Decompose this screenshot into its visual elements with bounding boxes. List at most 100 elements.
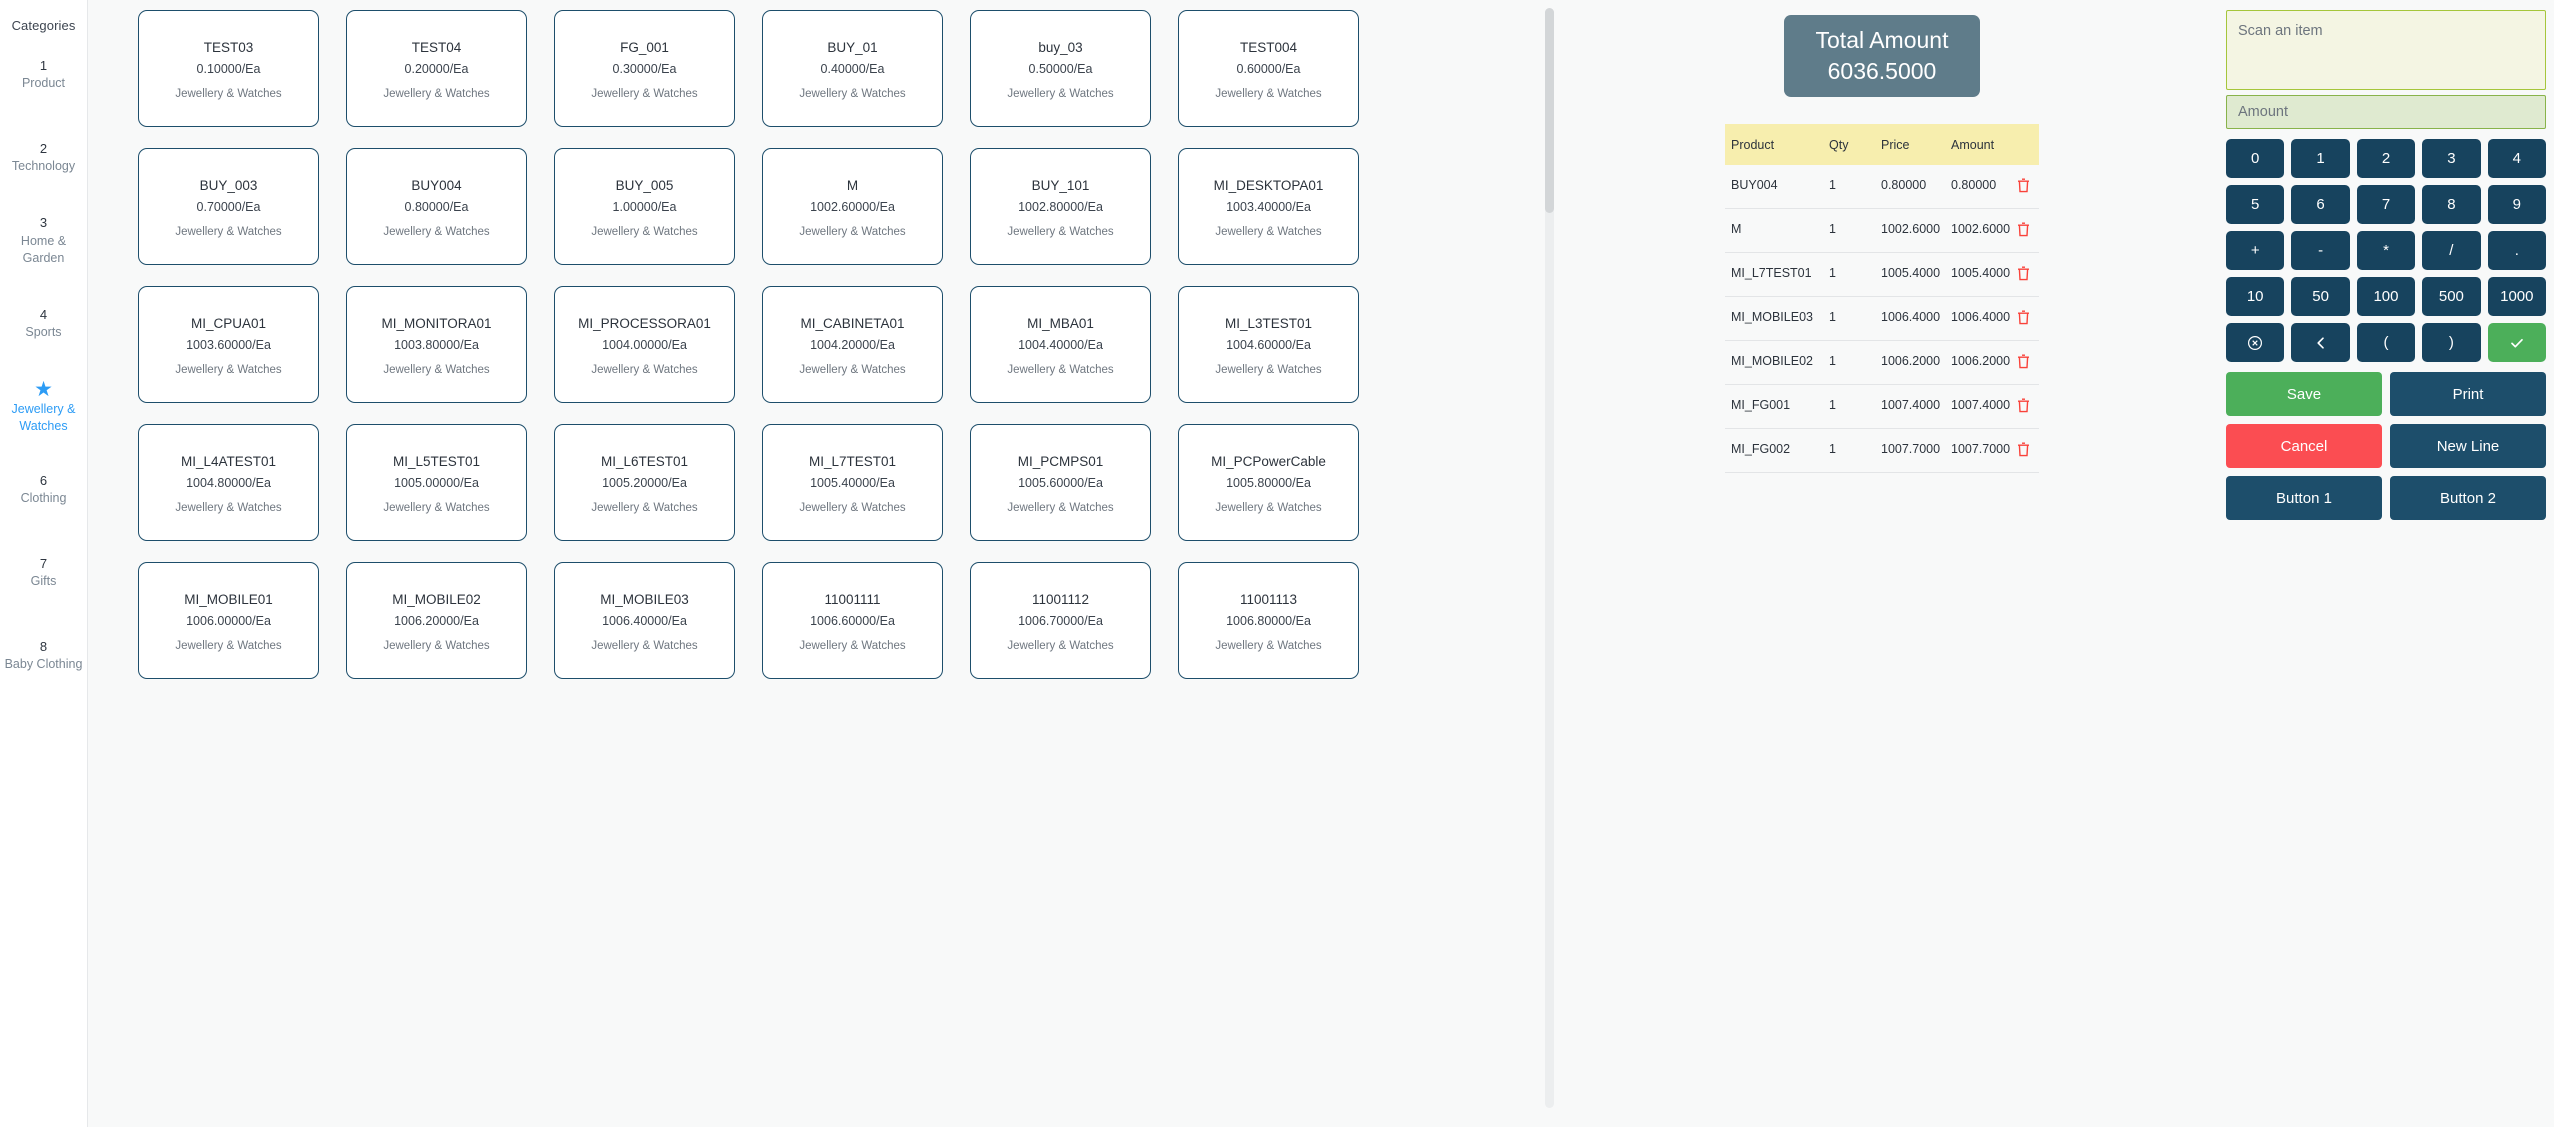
trash-icon[interactable] [2017, 222, 2030, 237]
product-card[interactable]: 11001112 1006.70000/Ea Jewellery & Watches [970, 562, 1151, 679]
product-card[interactable]: MI_CABINETA01 1004.20000/Ea Jewellery & Wa… [762, 286, 943, 403]
cart-amount-value: 1007.70000 [1951, 442, 2011, 458]
cart-row[interactable]: MI_FG00111007.400001007.40000 [1725, 384, 2039, 429]
cart-amount-value: 1007.40000 [1951, 398, 2011, 414]
key-50[interactable]: 50 [2291, 277, 2350, 316]
key-minus[interactable]: - [2291, 231, 2350, 270]
cart-cell-price: 1006.20000 [1881, 340, 1951, 385]
sidebar-item-gifts[interactable]: 7 Gifts [0, 531, 87, 614]
key-7[interactable]: 7 [2356, 185, 2416, 224]
sidebar-item-product[interactable]: 1 Product [0, 33, 87, 116]
product-card[interactable]: BUY_101 1002.80000/Ea Jewellery & Watches [970, 148, 1151, 265]
button-1-button[interactable]: Button 1 [2226, 476, 2382, 520]
key-label: 7 [2381, 196, 2391, 213]
key-divide[interactable]: / [2422, 231, 2481, 270]
sidebar-item-baby-clothing[interactable]: 8 Baby Clothing [0, 614, 87, 697]
button-2-button[interactable]: Button 2 [2390, 476, 2546, 520]
product-card[interactable]: FG_001 0.30000/Ea Jewellery & Watches [554, 10, 735, 127]
product-card[interactable]: MI_CPUA01 1003.60000/Ea Jewellery & Watche… [138, 286, 319, 403]
sidebar-item-sports[interactable]: 4 Sports [0, 282, 87, 365]
sidebar-item-label: Product [21, 76, 66, 91]
product-card[interactable]: BUY004 0.80000/Ea Jewellery & Watches [346, 148, 527, 265]
key-open-paren[interactable]: ( [2356, 323, 2416, 362]
trash-icon[interactable] [2017, 354, 2030, 369]
key-3[interactable]: 3 [2422, 139, 2481, 178]
key-plus[interactable]: + [2226, 231, 2285, 270]
product-card[interactable]: MI_L4ATEST01 1004.80000/Ea Jewellery & Wat… [138, 424, 319, 541]
product-card[interactable]: BUY_005 1.00000/Ea Jewellery & Watches [554, 148, 735, 265]
key-100[interactable]: 100 [2356, 277, 2416, 316]
new-line-button[interactable]: New Line [2390, 424, 2546, 468]
cart-row[interactable]: MI_FG00211007.700001007.70000 [1725, 428, 2039, 473]
product-card[interactable]: MI_L3TEST01 1004.60000/Ea Jewellery & Watc… [1178, 286, 1359, 403]
scrollbar-thumb[interactable] [1545, 8, 1554, 213]
trash-icon[interactable] [2017, 310, 2030, 325]
product-card[interactable]: M 1002.60000/Ea Jewellery & Watches [762, 148, 943, 265]
category-list: 1 Product 2 Technology 3 Home & Garden 4 Sports… [0, 33, 87, 697]
trash-icon[interactable] [2017, 442, 2030, 457]
key-multiply[interactable]: * [2356, 231, 2416, 270]
backspace-chevron-left-icon[interactable] [2291, 323, 2350, 362]
cart-row[interactable]: MI_MOBILE0211006.200001006.20000 [1725, 340, 2039, 385]
clear-circle-x-icon[interactable] [2226, 323, 2285, 362]
key-2[interactable]: 2 [2356, 139, 2416, 178]
save-button[interactable]: Save [2226, 372, 2382, 416]
key-500[interactable]: 500 [2422, 277, 2481, 316]
product-grid-scrollbar[interactable] [1545, 8, 1554, 1108]
product-card[interactable]: MI_DESKTOPA01 1003.40000/Ea Jewellery & Wa… [1178, 148, 1359, 265]
product-card[interactable]: MI_PCPowerCable 1005.80000/Ea Jewellery & … [1178, 424, 1359, 541]
cart-amount-value: 1006.20000 [1951, 354, 2011, 370]
cart-row[interactable]: BUY004 1 0.80000 0.80000 [1725, 165, 2039, 209]
sidebar-item-technology[interactable]: 2 Technology [0, 116, 87, 199]
trash-icon[interactable] [2017, 266, 2030, 281]
cancel-button[interactable]: Cancel [2226, 424, 2382, 468]
sidebar-item-number: 4 [39, 306, 48, 322]
key-9[interactable]: 9 [2487, 185, 2546, 224]
product-card[interactable]: MI_MBA01 1004.40000/Ea Jewellery & Watches [970, 286, 1151, 403]
product-card[interactable]: MI_MOBILE03 1006.40000/Ea Jewellery & Watc… [554, 562, 735, 679]
star-icon: ★ [34, 378, 53, 402]
product-card[interactable]: MI_PROCESSORA01 1004.00000/Ea Jewellery & … [554, 286, 735, 403]
product-card[interactable]: buy_03 0.50000/Ea Jewellery & Watches [970, 10, 1151, 127]
sidebar-item-clothing[interactable]: 6 Clothing [0, 448, 87, 531]
product-card[interactable]: TEST03 0.10000/Ea Jewellery & Watches [138, 10, 319, 127]
key-decimal[interactable]: . [2487, 231, 2546, 270]
product-card[interactable]: MI_MOBILE02 1006.20000/Ea Jewellery & Watc… [346, 562, 527, 679]
product-card[interactable]: MI_L6TEST01 1005.20000/Ea Jewellery & Watc… [554, 424, 735, 541]
trash-icon[interactable] [2017, 398, 2030, 413]
product-card[interactable]: 11001111 1006.60000/Ea Jewellery & Watches [762, 562, 943, 679]
key-close-paren[interactable]: ) [2422, 323, 2481, 362]
check-icon[interactable] [2487, 323, 2546, 362]
trash-icon[interactable] [2017, 178, 2030, 193]
numeric-keypad: 0 1 2 3 4 5 6 7 8 9 + - * /. 10 50 100 500 1000 () [2226, 139, 2546, 362]
product-card[interactable]: MI_MONITORA01 1003.80000/Ea Jewellery & Wa… [346, 286, 527, 403]
print-button[interactable]: Print [2390, 372, 2546, 416]
product-card[interactable]: TEST04 0.20000/Ea Jewellery & Watches [346, 10, 527, 127]
product-card[interactable]: BUY_003 0.70000/Ea Jewellery & Watches [138, 148, 319, 265]
cart-price-value: 0.80000 [1881, 178, 1927, 192]
key-6[interactable]: 6 [2291, 185, 2350, 224]
scan-input[interactable] [2226, 10, 2546, 90]
product-card[interactable]: TEST004 0.60000/Ea Jewellery & Watches [1178, 10, 1359, 127]
product-card[interactable]: MI_PCMPS01 1005.60000/Ea Jewellery & Watch… [970, 424, 1151, 541]
product-card[interactable]: MI_MOBILE01 1006.00000/Ea Jewellery & Watc… [138, 562, 319, 679]
product-card[interactable]: MI_L5TEST01 1005.00000/Ea Jewellery & Watc… [346, 424, 527, 541]
product-card[interactable]: BUY_01 0.40000/Ea Jewellery & Watches [762, 10, 943, 127]
sidebar-item-home-garden[interactable]: 3 Home & Garden [0, 199, 87, 282]
product-card[interactable]: MI_L7TEST01 1005.40000/Ea Jewellery & Watc… [762, 424, 943, 541]
key-1[interactable]: 1 [2291, 139, 2350, 178]
sidebar-item-jewellery-watches[interactable]: ★ Jewellery & Watches [0, 365, 87, 448]
key-1000[interactable]: 1000 [2487, 277, 2546, 316]
product-card[interactable]: 11001113 1006.80000/Ea Jewellery & Watches [1178, 562, 1359, 679]
cart-row[interactable]: MI_MOBILE0311006.400001006.40000 [1725, 296, 2039, 341]
key-0[interactable]: 0 [2226, 139, 2285, 178]
key-8[interactable]: 8 [2422, 185, 2481, 224]
key-5[interactable]: 5 [2226, 185, 2285, 224]
product-card-price: 0.10000/Ea [196, 61, 261, 76]
cart-row[interactable]: MI_L7TEST0111005.400001005.40000 [1725, 252, 2039, 297]
key-4[interactable]: 4 [2487, 139, 2546, 178]
cart-cell-qty: 1 [1829, 384, 1881, 429]
cart-row[interactable]: M11002.600001002.60000 [1725, 208, 2039, 253]
key-10[interactable]: 10 [2226, 277, 2285, 316]
amount-input[interactable] [2226, 95, 2546, 129]
